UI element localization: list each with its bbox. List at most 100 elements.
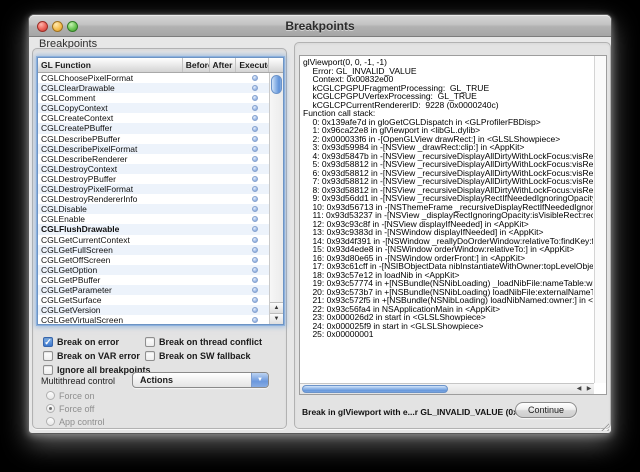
after-cell[interactable] [211,123,238,133]
execute-cell[interactable] [238,204,271,214]
checkbox-unchecked-icon[interactable] [145,337,155,347]
console-vertical-scrollbar[interactable] [594,56,606,383]
table-row-cglcleardrawable[interactable]: CGLClearDrawable [38,83,271,93]
breakpoint-dot-icon[interactable] [252,75,258,81]
breakpoint-dot-icon[interactable] [252,95,258,101]
before-cell[interactable] [184,93,211,103]
breakpoint-dot-icon[interactable] [252,156,258,162]
before-cell[interactable] [184,73,211,83]
table-row-cgldescriberenderer[interactable]: CGLDescribeRenderer [38,154,271,164]
after-cell[interactable] [211,275,238,285]
after-cell[interactable] [211,164,238,174]
breakpoint-dot-icon[interactable] [252,317,258,323]
breakpoint-dot-icon[interactable] [252,115,258,121]
breakpoint-dot-icon[interactable] [252,257,258,263]
breakpoint-dot-icon[interactable] [252,146,258,152]
before-cell[interactable] [184,103,211,113]
execute-cell[interactable] [238,295,271,305]
table-row-cglgetvirtualscreen[interactable]: CGLGetVirtualScreen [38,315,271,324]
table-row-cglgetfullscreen[interactable]: CGLGetFullScreen [38,245,271,255]
checkbox-checked-icon[interactable]: ✓ [43,337,53,347]
after-cell[interactable] [211,295,238,305]
before-cell[interactable] [184,184,211,194]
table-row-cglchoosepixelformat[interactable]: CGLChoosePixelFormat [38,73,271,83]
breakpoint-dot-icon[interactable] [252,85,258,91]
execute-cell[interactable] [238,144,271,154]
table-row-cglcomment[interactable]: CGLComment [38,93,271,103]
checkbox-unchecked-icon[interactable] [145,351,155,361]
breakpoint-dot-icon[interactable] [252,237,258,243]
before-cell[interactable] [184,113,211,123]
before-cell[interactable] [184,315,211,324]
after-cell[interactable] [211,224,238,234]
after-cell[interactable] [211,235,238,245]
table-row-cglgetcurrentcontext[interactable]: CGLGetCurrentContext [38,235,271,245]
table-row-cgldisable[interactable]: CGLDisable [38,204,271,214]
breakpoint-dot-icon[interactable] [252,216,258,222]
scroll-left-icon[interactable]: ◀ [574,384,584,394]
after-cell[interactable] [211,134,238,144]
breakpoint-dot-icon[interactable] [252,136,258,142]
before-cell[interactable] [184,123,211,133]
table-row-cglcopycontext[interactable]: CGLCopyContext [38,103,271,113]
execute-cell[interactable] [238,265,271,275]
breakpoint-dot-icon[interactable] [252,267,258,273]
after-cell[interactable] [211,285,238,295]
before-cell[interactable] [184,245,211,255]
execute-cell[interactable] [238,73,271,83]
before-cell[interactable] [184,83,211,93]
execute-cell[interactable] [238,285,271,295]
before-cell[interactable] [184,255,211,265]
breakpoint-dot-icon[interactable] [252,105,258,111]
after-cell[interactable] [211,305,238,315]
table-row-cglgetparameter[interactable]: CGLGetParameter [38,285,271,295]
execute-cell[interactable] [238,224,271,234]
after-cell[interactable] [211,214,238,224]
call-stack-view[interactable]: glViewport(0, 0, -1, -1) Error: GL_INVAL… [299,55,607,395]
after-cell[interactable] [211,255,238,265]
before-cell[interactable] [184,144,211,154]
table-scrollbar[interactable]: ▲ ▼ [269,73,283,324]
execute-cell[interactable] [238,275,271,285]
before-cell[interactable] [184,134,211,144]
window-titlebar[interactable]: Breakpoints [29,15,611,37]
after-cell[interactable] [211,113,238,123]
execute-cell[interactable] [238,113,271,123]
execute-cell[interactable] [238,315,271,324]
after-cell[interactable] [211,83,238,93]
table-row-cglgetpbuffer[interactable]: CGLGetPBuffer [38,275,271,285]
console-hscroll-track[interactable] [300,384,574,394]
after-cell[interactable] [211,174,238,184]
execute-cell[interactable] [238,214,271,224]
execute-cell[interactable] [238,164,271,174]
table-row-cgldestroypixelformat[interactable]: CGLDestroyPixelFormat [38,184,271,194]
checkbox-break-on-error[interactable]: ✓Break on error [43,335,151,349]
after-cell[interactable] [211,73,238,83]
after-cell[interactable] [211,93,238,103]
before-cell[interactable] [184,174,211,184]
before-cell[interactable] [184,305,211,315]
execute-cell[interactable] [238,235,271,245]
checkbox-unchecked-icon[interactable] [43,365,53,375]
breakpoint-dot-icon[interactable] [252,186,258,192]
gl-function-table[interactable]: GL Function Before After Execute CGLChoo… [37,57,284,325]
after-cell[interactable] [211,245,238,255]
breakpoint-dot-icon[interactable] [252,247,258,253]
after-cell[interactable] [211,194,238,204]
breakpoint-dot-icon[interactable] [252,126,258,132]
table-row-cgldestroypbuffer[interactable]: CGLDestroyPBuffer [38,174,271,184]
before-cell[interactable] [184,194,211,204]
breakpoint-dot-icon[interactable] [252,196,258,202]
breakpoint-dot-icon[interactable] [252,297,258,303]
before-cell[interactable] [184,164,211,174]
table-row-cglcreatecontext[interactable]: CGLCreateContext [38,113,271,123]
checkbox-break-on-var-error[interactable]: Break on VAR error [43,349,151,363]
before-cell[interactable] [184,154,211,164]
before-cell[interactable] [184,265,211,275]
scroll-down-icon[interactable]: ▼ [270,313,283,324]
execute-cell[interactable] [238,103,271,113]
table-row-cgldestroyrendererinfo[interactable]: CGLDestroyRendererInfo [38,194,271,204]
table-row-cglgetoffscreen[interactable]: CGLGetOffScreen [38,255,271,265]
breakpoint-dot-icon[interactable] [252,307,258,313]
after-cell[interactable] [211,144,238,154]
